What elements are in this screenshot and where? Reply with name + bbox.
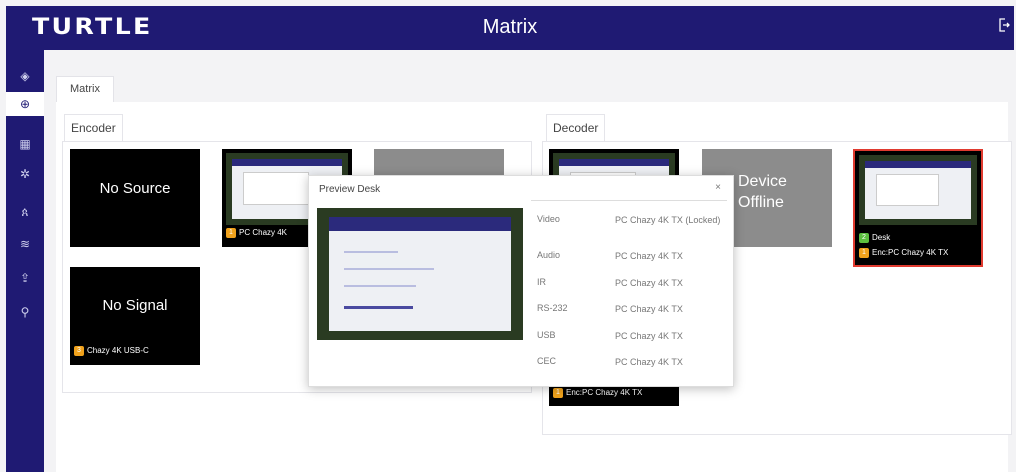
channel-badge: 3 <box>74 346 84 356</box>
encoder-tile-no-source[interactable]: No Source <box>70 149 200 247</box>
preview-image <box>317 208 523 340</box>
tile-label: 3 Chazy 4K USB-C <box>74 346 149 356</box>
divider <box>531 200 727 201</box>
layers-icon[interactable]: ◈ <box>6 64 44 88</box>
tile-label: 1 Enc:PC Chazy 4K TX <box>553 388 642 398</box>
preview-thumbnail <box>859 155 977 225</box>
upload-icon[interactable]: ⇪ <box>6 266 44 290</box>
encoder-section-title: Encoder <box>64 114 123 142</box>
channel-badge: 1 <box>226 228 236 238</box>
channel-badge: 1 <box>859 248 869 258</box>
encoder-tile-no-signal[interactable]: No Signal 3 Chazy 4K USB-C <box>70 267 200 365</box>
tab-matrix[interactable]: Matrix <box>56 76 114 102</box>
user-icon[interactable]: ጰ <box>6 200 44 224</box>
grid-icon[interactable]: ▦ <box>6 132 44 156</box>
logout-icon[interactable] <box>998 18 1012 36</box>
decoder-section-title: Decoder <box>546 114 606 142</box>
decoder-tile-desk-selected[interactable]: 2 Desk 1 Enc:PC Chazy 4K TX <box>853 149 983 267</box>
tile-name: 2 Desk <box>859 233 890 243</box>
close-icon[interactable]: × <box>715 182 721 193</box>
tile-status-text: No Signal <box>102 297 168 314</box>
sidebar: ◈ ⊕ ▦ ✲ ጰ ≋ ⇪ ⚲ <box>6 50 44 472</box>
channel-badge: 2 <box>859 233 869 243</box>
tile-label: 1 PC Chazy 4K <box>226 228 287 238</box>
channel-badge: 1 <box>553 388 563 398</box>
preview-dialog: Preview Desk × Video PC Chazy 4K TX (Lock… <box>308 175 734 387</box>
sliders-icon[interactable]: ≋ <box>6 232 44 256</box>
globe-icon[interactable]: ⊕ <box>6 92 44 116</box>
tile-label: 1 Enc:PC Chazy 4K TX <box>859 248 948 258</box>
page-title: Matrix <box>482 16 538 38</box>
dialog-title: Preview Desk <box>319 184 381 195</box>
tile-status-text: No Source <box>99 180 171 197</box>
network-icon[interactable]: ✲ <box>6 162 44 186</box>
tile-status-text: Device Offline <box>738 173 787 211</box>
wrench-icon[interactable]: ⚲ <box>6 300 44 324</box>
top-bar: TURTLE Matrix <box>6 6 1014 50</box>
